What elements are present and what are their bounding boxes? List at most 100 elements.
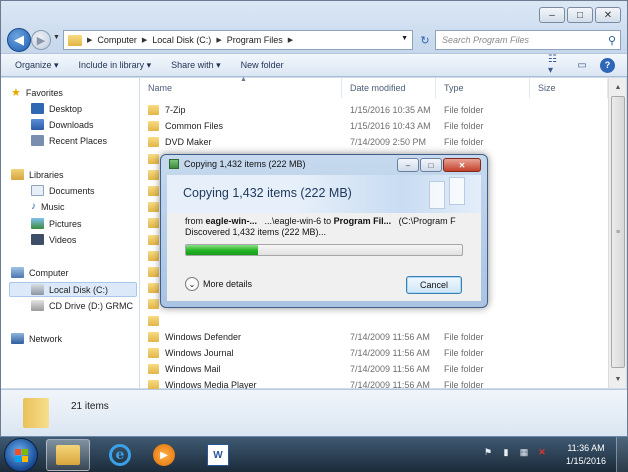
nav-favorites[interactable]: ★ Favorites bbox=[11, 86, 63, 99]
destination-link[interactable]: Program Fil... bbox=[334, 216, 392, 226]
flag-icon[interactable]: ⚑ bbox=[482, 446, 494, 458]
nav-recent-places[interactable]: Recent Places bbox=[31, 135, 107, 146]
nav-music[interactable]: ♪ Music bbox=[31, 201, 65, 212]
breadcrumb-separator-icon[interactable]: ▶ bbox=[87, 36, 92, 44]
breadcrumb-program-files[interactable]: Program Files bbox=[227, 35, 283, 45]
scroll-up-button[interactable]: ▲ bbox=[611, 80, 625, 94]
folder-icon bbox=[148, 137, 159, 148]
breadcrumb-separator-icon[interactable]: ▶ bbox=[216, 36, 221, 44]
table-row[interactable]: Windows Journal 7/14/2009 11:56 AM File fo… bbox=[140, 345, 580, 361]
nav-local-disk[interactable]: Local Disk (C:) bbox=[31, 284, 108, 295]
search-input[interactable]: Search Program Files ⚲ bbox=[435, 30, 621, 50]
vertical-scrollbar[interactable]: ▲ ≡ ▼ bbox=[608, 78, 626, 388]
discovered-status: Discovered 1,432 items (222 MB)... bbox=[185, 227, 327, 237]
breadcrumb-local-disk[interactable]: Local Disk (C:) bbox=[152, 35, 211, 45]
address-dropdown-icon[interactable]: ▼ bbox=[401, 35, 408, 42]
network-icon bbox=[11, 333, 24, 344]
breadcrumb-separator-icon[interactable]: ▶ bbox=[142, 36, 147, 44]
to-label: to bbox=[323, 216, 332, 226]
preview-pane-icon[interactable]: ▭ bbox=[574, 57, 590, 73]
nav-documents[interactable]: Documents bbox=[31, 185, 95, 196]
libraries-icon bbox=[11, 169, 24, 180]
source-link[interactable]: eagle-win-... bbox=[206, 216, 258, 226]
close-button[interactable]: ✕ bbox=[595, 7, 621, 23]
help-icon[interactable]: ? bbox=[600, 57, 615, 73]
dialog-maximize-button[interactable]: □ bbox=[420, 158, 442, 172]
table-row[interactable]: Windows Defender 7/14/2009 11:56 AM File f… bbox=[140, 329, 580, 345]
system-tray: ⚑ ▮ ▦ ✕ bbox=[482, 446, 548, 458]
nav-desktop[interactable]: Desktop bbox=[31, 103, 82, 114]
column-header-size[interactable]: Size bbox=[530, 78, 608, 98]
media-player-icon: ▶ bbox=[153, 444, 175, 466]
column-header-date[interactable]: Date modified bbox=[342, 78, 436, 98]
nav-libraries-label: Libraries bbox=[29, 169, 64, 180]
table-row[interactable]: Common Files 1/15/2016 10:43 AM File folde… bbox=[140, 118, 580, 134]
copy-progress-bar bbox=[185, 244, 463, 256]
maximize-button[interactable]: □ bbox=[567, 7, 593, 23]
folder-icon bbox=[148, 169, 159, 180]
more-details-toggle[interactable]: ⌄ More details bbox=[185, 277, 252, 291]
include-in-library-menu[interactable]: Include in library ▾ bbox=[79, 60, 152, 71]
nav-music-label: Music bbox=[41, 201, 65, 212]
battery-icon[interactable]: ▮ bbox=[500, 446, 512, 458]
address-bar[interactable]: ▶ Computer ▶ Local Disk (C:) ▶ Program F… bbox=[63, 30, 413, 50]
table-row[interactable]: Windows Mail 7/14/2009 11:56 AM File folde… bbox=[140, 361, 580, 377]
scroll-down-button[interactable]: ▼ bbox=[611, 372, 625, 386]
table-row[interactable] bbox=[140, 313, 580, 329]
new-folder-button[interactable]: New folder bbox=[241, 60, 284, 70]
taskbar-explorer[interactable] bbox=[46, 439, 90, 471]
refresh-icon[interactable]: ↻ bbox=[415, 30, 435, 50]
dialog-window-controls: – □ ✕ bbox=[397, 158, 481, 172]
volume-muted-icon[interactable]: ✕ bbox=[536, 446, 548, 458]
dialog-title-bar: Copying 1,432 items (222 MB) bbox=[169, 159, 306, 169]
organize-menu[interactable]: Organize ▾ bbox=[15, 60, 59, 71]
dialog-minimize-button[interactable]: – bbox=[397, 158, 419, 172]
search-icon[interactable]: ⚲ bbox=[608, 34, 616, 47]
dialog-header: Copying 1,432 items (222 MB) bbox=[167, 175, 481, 213]
copy-icon bbox=[169, 159, 179, 169]
share-with-menu[interactable]: Share with ▾ bbox=[171, 60, 221, 71]
file-name: DVD Maker bbox=[165, 137, 212, 148]
network-tray-icon[interactable]: ▦ bbox=[518, 446, 530, 458]
file-name-cell: Windows Journal bbox=[148, 348, 234, 358]
cancel-button[interactable]: Cancel bbox=[406, 276, 462, 294]
file-type: File folder bbox=[444, 364, 484, 375]
folder-icon bbox=[148, 234, 159, 245]
file-type: File folder bbox=[444, 331, 484, 342]
internet-explorer-icon: e bbox=[109, 444, 131, 466]
nav-downloads[interactable]: Downloads bbox=[31, 119, 94, 130]
copy-progress-dialog: Copying 1,432 items (222 MB) – □ ✕ Copyi… bbox=[160, 154, 488, 308]
column-header-type[interactable]: Type bbox=[436, 78, 530, 98]
breadcrumb-separator-icon[interactable]: ▶ bbox=[288, 36, 293, 44]
clock[interactable]: 11:36 AM 1/15/2016 bbox=[560, 442, 612, 468]
nav-network[interactable]: Network bbox=[11, 333, 62, 344]
nav-computer[interactable]: Computer bbox=[11, 267, 69, 278]
taskbar-word[interactable]: W bbox=[196, 439, 240, 471]
taskbar-media-player[interactable]: ▶ bbox=[142, 439, 186, 471]
column-header-name[interactable]: Name ▲ bbox=[140, 76, 342, 98]
scroll-thumb[interactable]: ≡ bbox=[611, 96, 625, 368]
nav-favorites-label: Favorites bbox=[25, 87, 63, 98]
dialog-close-button[interactable]: ✕ bbox=[443, 158, 481, 172]
file-type: File folder bbox=[444, 137, 484, 148]
table-row[interactable]: 7-Zip 1/15/2016 10:35 AM File folder bbox=[140, 102, 580, 118]
pictures-icon bbox=[31, 218, 44, 229]
clock-time: 11:36 AM bbox=[567, 443, 605, 453]
forward-button[interactable]: ▶ bbox=[31, 30, 51, 50]
minimize-button[interactable]: – bbox=[539, 7, 565, 23]
nav-videos[interactable]: Videos bbox=[31, 234, 76, 245]
show-desktop-button[interactable] bbox=[616, 437, 628, 472]
breadcrumb-computer[interactable]: Computer bbox=[97, 35, 137, 45]
taskbar-internet-explorer[interactable]: e bbox=[98, 439, 142, 471]
start-button[interactable] bbox=[4, 438, 38, 472]
nav-libraries[interactable]: Libraries bbox=[11, 169, 64, 180]
nav-pictures[interactable]: Pictures bbox=[31, 218, 82, 229]
nav-documents-label: Documents bbox=[49, 185, 95, 196]
table-row[interactable]: DVD Maker 7/14/2009 2:50 PM File folder bbox=[140, 134, 580, 150]
nav-cd-drive[interactable]: CD Drive (D:) GRMC bbox=[31, 300, 133, 311]
back-button[interactable]: ◀ bbox=[7, 28, 31, 52]
file-name-cell: Windows Mail bbox=[148, 364, 221, 375]
view-options-icon[interactable]: ☷ ▾ bbox=[548, 54, 564, 76]
history-dropdown-icon[interactable]: ▼ bbox=[53, 34, 60, 41]
file-type: File folder bbox=[444, 105, 484, 115]
